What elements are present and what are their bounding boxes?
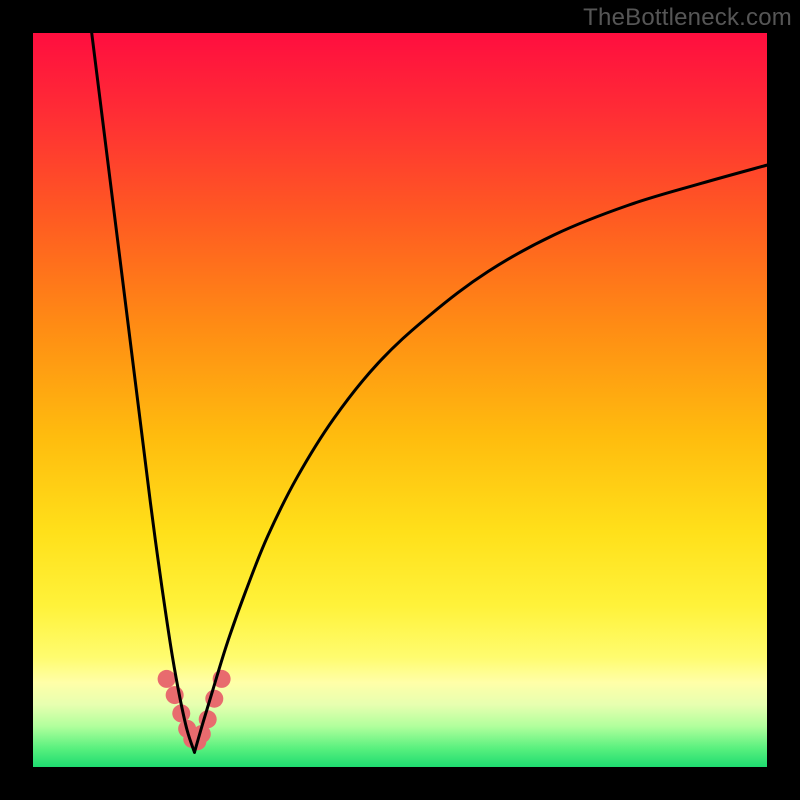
gradient-background bbox=[33, 33, 767, 767]
chart-canvas bbox=[0, 0, 800, 800]
trough-marker-dot bbox=[158, 670, 176, 688]
watermark-label: TheBottleneck.com bbox=[583, 4, 792, 32]
outer-black-frame: TheBottleneck.com bbox=[0, 0, 800, 800]
